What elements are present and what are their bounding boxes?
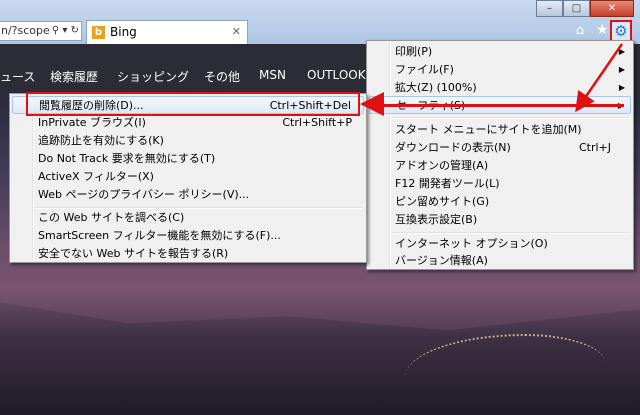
submenu-item-smartscreen[interactable]: SmartScreen フィルター機能を無効にする(F)... <box>12 227 364 245</box>
menu-item-print[interactable]: 印刷(P) ▶ <box>369 43 631 61</box>
submenu-item-report-unsafe[interactable]: 安全でない Web サイトを報告する(R) <box>12 245 364 263</box>
menu-item-label: 拡大(Z) (100%) <box>395 81 477 94</box>
submenu-item-do-not-track[interactable]: Do Not Track 要求を無効にする(T) <box>12 150 364 168</box>
favorites-star-icon[interactable]: ★ <box>596 22 609 38</box>
maximize-button[interactable]: □ <box>563 0 590 17</box>
submenu-arrow-icon: ▶ <box>618 65 625 74</box>
menu-item-shortcut: Ctrl+J <box>578 141 611 154</box>
menu-separator <box>393 232 629 234</box>
submenu-item-check-website[interactable]: この Web サイトを調べる(C) <box>12 209 364 227</box>
menu-item-label: インターネット オプション(O) <box>395 237 548 250</box>
menu-item-label: 追跡防止を有効にする(K) <box>38 134 164 147</box>
menu-item-add-to-start[interactable]: スタート メニューにサイトを追加(M) <box>369 121 631 139</box>
menu-separator <box>393 117 629 119</box>
submenu-item-privacy-policy[interactable]: Web ページのプライバシー ポリシー(V)... <box>12 186 364 204</box>
tools-menu: 印刷(P) ▶ ファイル(F) ▶ 拡大(Z) (100%) ▶ セーフティ(S… <box>366 40 634 270</box>
menu-item-label: F12 開発者ツール(L) <box>395 177 500 190</box>
address-url[interactable]: n/?scope <box>1 22 50 40</box>
submenu-item-tracking-protection[interactable]: 追跡防止を有効にする(K) <box>12 132 364 150</box>
address-search-refresh-icons[interactable]: ⚲ ▾ ↻ <box>52 22 79 40</box>
menu-item-f12-tools[interactable]: F12 開発者ツール(L) <box>369 175 631 193</box>
menu-item-label: SmartScreen フィルター機能を無効にする(F)... <box>38 229 281 242</box>
submenu-arrow-icon: ▶ <box>618 47 625 56</box>
bing-nav-outlook[interactable]: OUTLOOK. <box>307 68 369 82</box>
menu-item-label: Do Not Track 要求を無効にする(T) <box>38 152 216 165</box>
tab-close-icon[interactable]: ✕ <box>232 25 241 38</box>
menu-item-label: 閲覧履歴の削除(D)... <box>39 99 144 112</box>
window-controls: – □ ✕ <box>536 0 634 18</box>
address-bar[interactable]: n/?scope ⚲ ▾ ↻ <box>0 21 82 41</box>
menu-item-label: ファイル(F) <box>395 63 454 76</box>
tools-gear-icon[interactable]: ⚙ <box>610 20 632 42</box>
bing-nav-history[interactable]: 検索履歴 <box>50 68 98 85</box>
menu-item-compat-view[interactable]: 互換表示設定(B) <box>369 211 631 229</box>
tab-title: Bing <box>110 25 137 39</box>
submenu-arrow-icon: ▶ <box>618 83 625 92</box>
menu-item-shortcut: Ctrl+Shift+Del <box>269 99 351 112</box>
menu-item-view-downloads[interactable]: ダウンロードの表示(N) Ctrl+J <box>369 139 631 157</box>
menu-item-label: 安全でない Web サイトを報告する(R) <box>38 247 229 260</box>
menu-item-label: バージョン情報(A) <box>395 254 488 267</box>
menu-item-label: アドオンの管理(A) <box>395 159 489 172</box>
menu-item-label: 印刷(P) <box>395 45 433 58</box>
home-icon[interactable]: ⌂ <box>576 23 584 38</box>
bing-nav-shopping[interactable]: ショッピング <box>117 68 189 85</box>
menu-item-label: ピン留めサイト(G) <box>395 195 490 208</box>
menu-item-label: この Web サイトを調べる(C) <box>38 211 185 224</box>
menu-item-label: InPrivate ブラウズ(I) <box>38 116 146 129</box>
submenu-item-delete-history[interactable]: 閲覧履歴の削除(D)... Ctrl+Shift+Del <box>12 96 364 114</box>
annotation-underline <box>378 104 624 107</box>
menu-item-zoom[interactable]: 拡大(Z) (100%) ▶ <box>369 79 631 97</box>
menu-item-pinned-sites[interactable]: ピン留めサイト(G) <box>369 193 631 211</box>
safety-submenu: 閲覧履歴の削除(D)... Ctrl+Shift+Del InPrivate ブ… <box>9 93 367 263</box>
tab-bing[interactable]: b Bing ✕ <box>86 20 248 44</box>
bing-nav-msn[interactable]: MSN <box>259 68 286 82</box>
menu-item-label: ダウンロードの表示(N) <box>395 141 511 154</box>
submenu-item-inprivate[interactable]: InPrivate ブラウズ(I) Ctrl+Shift+P <box>12 114 364 132</box>
menu-item-file[interactable]: ファイル(F) ▶ <box>369 61 631 79</box>
menu-item-label: Web ページのプライバシー ポリシー(V)... <box>38 188 250 201</box>
menu-item-label: 互換表示設定(B) <box>395 213 478 226</box>
close-button[interactable]: ✕ <box>590 0 634 17</box>
menu-item-manage-addons[interactable]: アドオンの管理(A) <box>369 157 631 175</box>
bing-favicon-icon: b <box>92 26 105 39</box>
minimize-button[interactable]: – <box>536 0 563 17</box>
browser-chrome: n/?scope ⚲ ▾ ↻ b Bing ✕ – □ ✕ ⌂ ★ ⚙ <box>0 0 640 44</box>
bing-nav-more[interactable]: その他 <box>204 68 240 85</box>
menu-item-shortcut: Ctrl+Shift+P <box>282 116 352 129</box>
menu-item-label: ActiveX フィルター(X) <box>38 170 154 183</box>
menu-item-label: スタート メニューにサイトを追加(M) <box>395 123 582 136</box>
menu-item-internet-options[interactable]: インターネット オプション(O) <box>369 235 631 253</box>
submenu-item-activex-filter[interactable]: ActiveX フィルター(X) <box>12 168 364 186</box>
bing-nav-news[interactable]: ュース <box>0 68 35 85</box>
menu-item-about[interactable]: バージョン情報(A) <box>369 252 631 270</box>
